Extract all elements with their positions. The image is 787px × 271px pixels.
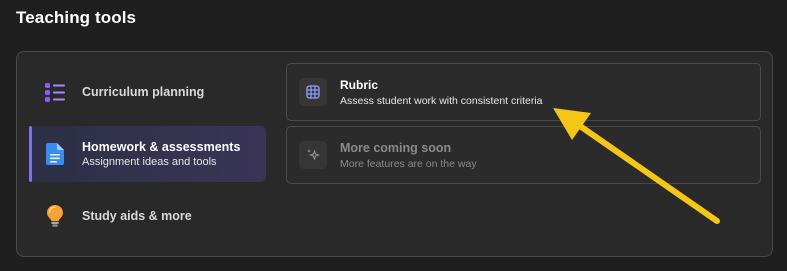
teaching-tools-page: Teaching tools Curriculum planning Homew… [0,0,787,271]
document-icon [45,143,65,165]
card-subtitle: Assess student work with consistent crit… [340,94,543,107]
more-coming-soon-card: More coming soon More features are on th… [286,126,761,184]
card-title: More coming soon [340,140,452,155]
teaching-tools-panel: Curriculum planning Homework & assessmen… [16,51,773,257]
sidebar-item-label: Curriculum planning [82,85,205,99]
card-subtitle: More features are on the way [340,157,477,170]
sidebar-item-label: Study aids & more [82,209,192,223]
sidebar-item-subtitle: Assignment ideas and tools [82,156,217,168]
sidebar-item-label: Homework & assessments [82,140,241,154]
rubric-card[interactable]: Rubric Assess student work with consiste… [286,63,761,121]
page-title: Teaching tools [16,8,137,27]
list-icon [45,81,65,103]
lightbulb-icon [45,205,65,227]
sidebar-item-study-aids[interactable]: Study aids & more [29,198,266,234]
grid-icon [299,78,327,106]
sidebar-item-curriculum-planning[interactable]: Curriculum planning [29,74,266,110]
sidebar-item-homework-assessments[interactable]: Homework & assessments Assignment ideas … [29,126,266,182]
sparkle-icon [299,141,327,169]
card-title: Rubric [340,77,379,92]
